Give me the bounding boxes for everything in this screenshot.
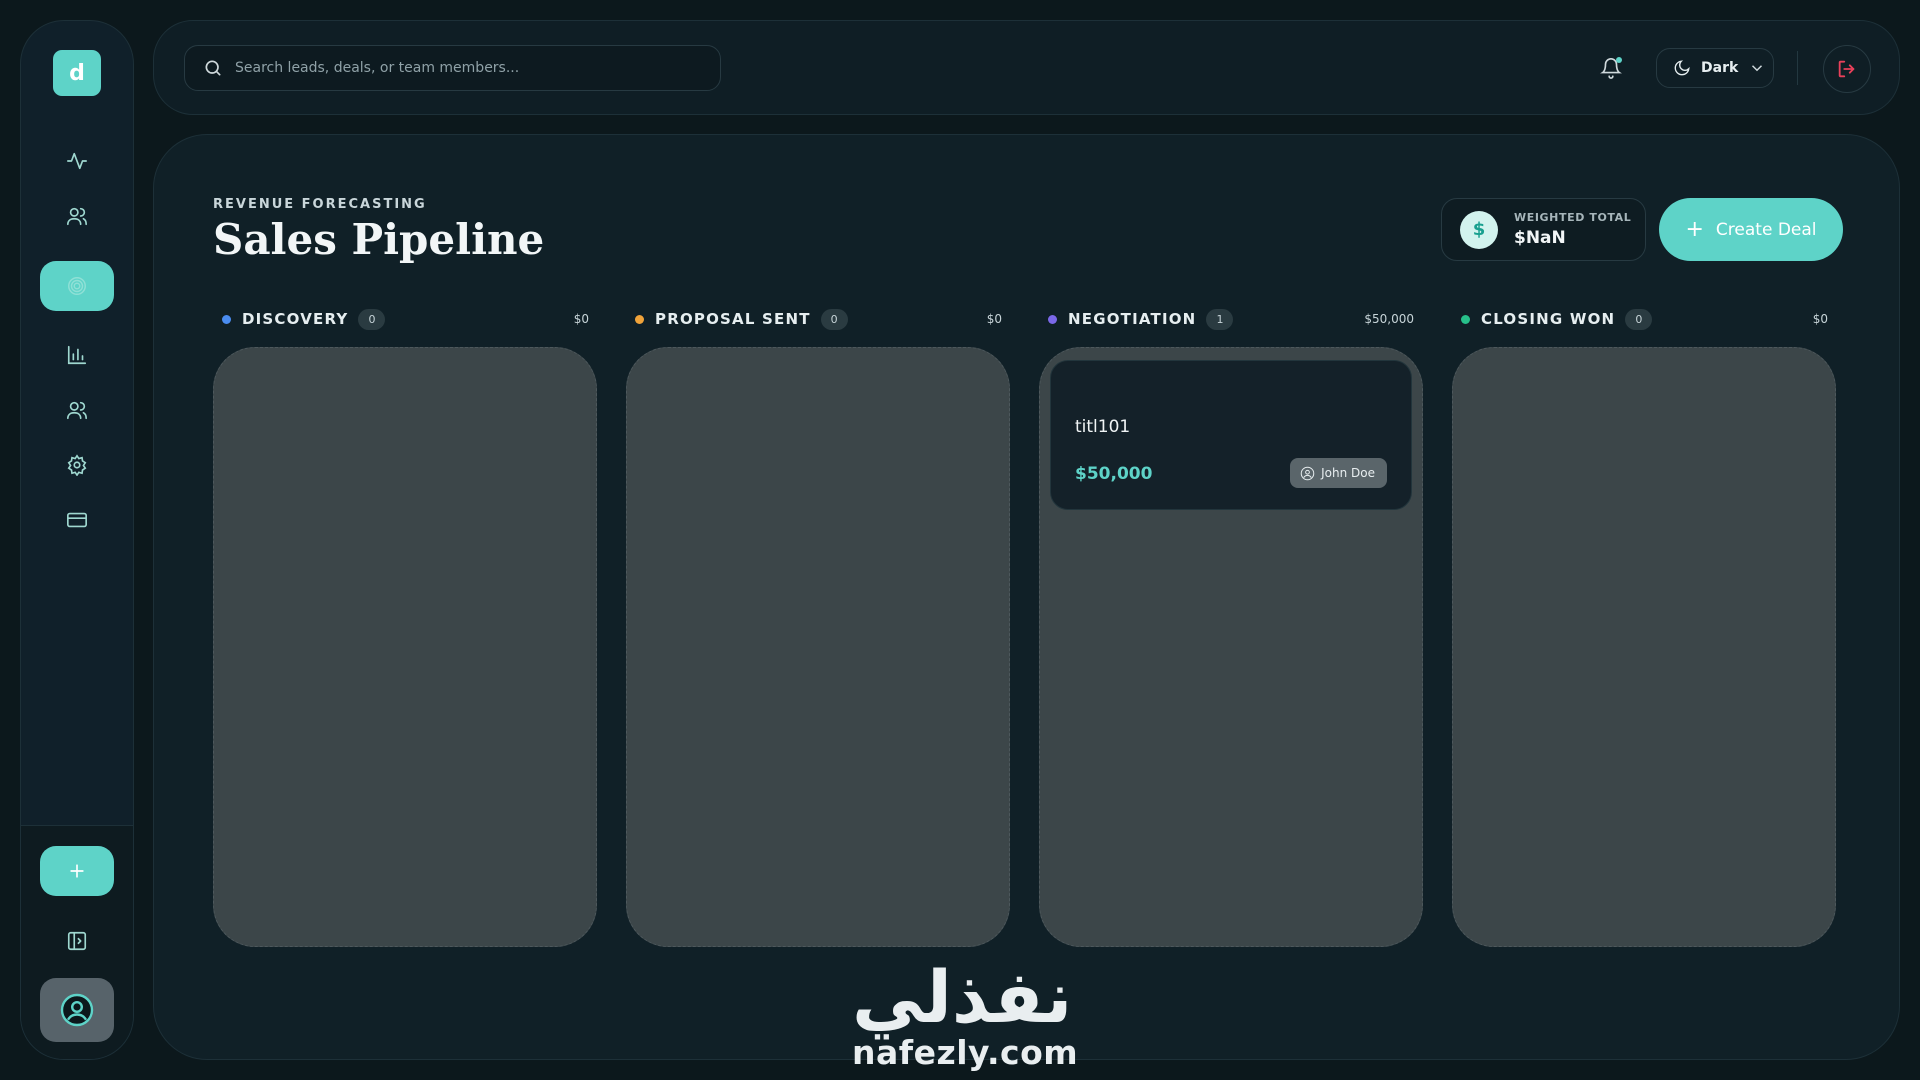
column-total: $50,000 xyxy=(1364,312,1414,326)
topbar-divider xyxy=(1797,51,1798,85)
notification-dot xyxy=(1616,57,1622,63)
column-header-negotiation: NEGOTIATION 1 $50,000 xyxy=(1048,305,1414,333)
column-title: NEGOTIATION xyxy=(1068,310,1197,328)
watermark-arabic: نفذلي xyxy=(852,955,1073,1039)
column-count-badge: 0 xyxy=(358,308,386,330)
column-header-discovery: DISCOVERY 0 $0 xyxy=(222,305,589,333)
deal-owner-chip[interactable]: John Doe xyxy=(1290,458,1387,488)
users-icon xyxy=(67,207,87,226)
app-logo[interactable]: d xyxy=(53,50,101,96)
column-title: PROPOSAL SENT xyxy=(655,310,811,328)
theme-toggle[interactable]: Dark xyxy=(1656,48,1774,88)
lane-proposal-sent[interactable] xyxy=(626,347,1010,947)
plus-icon xyxy=(70,864,84,878)
column-count-badge: 0 xyxy=(1625,308,1653,330)
team-icon xyxy=(67,401,87,420)
app: d Search leads, deals, or team members..… xyxy=(0,0,1920,1080)
gear-icon xyxy=(67,454,87,476)
user-avatar-button[interactable] xyxy=(40,978,114,1042)
nav-activity[interactable] xyxy=(40,136,114,186)
column-count-badge: 0 xyxy=(820,308,848,330)
nav-users[interactable] xyxy=(40,191,114,241)
column-count-badge: 1 xyxy=(1206,308,1234,330)
weighted-total-value: $NaN xyxy=(1514,228,1566,248)
user-circle-icon xyxy=(1300,466,1315,480)
nav-billing[interactable] xyxy=(40,495,114,545)
lane-discovery[interactable] xyxy=(213,347,597,947)
user-circle-icon xyxy=(60,993,94,1027)
bar-chart-icon xyxy=(67,345,87,365)
lane-negotiation[interactable]: titl101 $50,000 John Doe xyxy=(1039,347,1423,947)
watermark: نفذلي nafezly.com xyxy=(852,955,1079,1072)
sidebar: d xyxy=(20,20,134,1060)
notifications-button[interactable] xyxy=(1594,51,1628,85)
weighted-total-card: $ WEIGHTED TOTAL $NaN xyxy=(1441,198,1646,261)
lane-closing-won[interactable] xyxy=(1452,347,1836,947)
column-total: $0 xyxy=(573,312,589,326)
search-box[interactable] xyxy=(184,45,721,91)
stage-dot xyxy=(222,314,231,324)
plus-icon: + xyxy=(1685,216,1704,242)
watermark-latin: nafezly.com xyxy=(852,1033,1079,1072)
topbar: Dark xyxy=(153,20,1900,115)
logout-button[interactable] xyxy=(1823,45,1871,93)
panel-toggle-icon xyxy=(67,931,87,951)
logout-icon xyxy=(1838,60,1855,78)
quick-add-button[interactable] xyxy=(40,846,114,896)
deal-amount: $50,000 xyxy=(1075,464,1153,484)
nav-analytics[interactable] xyxy=(40,330,114,380)
column-header-proposal-sent: PROPOSAL SENT 0 $0 xyxy=(635,305,1002,333)
page-eyebrow: REVENUE FORECASTING xyxy=(213,197,427,212)
search-icon xyxy=(205,60,221,76)
column-total: $0 xyxy=(986,312,1002,326)
deal-owner-name: John Doe xyxy=(1321,466,1375,480)
pipeline-icon xyxy=(68,277,86,295)
create-deal-button[interactable]: + Create Deal xyxy=(1659,198,1843,261)
stage-dot xyxy=(1048,314,1057,324)
column-total: $0 xyxy=(1812,312,1828,326)
activity-icon xyxy=(67,152,87,170)
credit-card-icon xyxy=(67,512,87,528)
stage-dot xyxy=(635,314,644,324)
deal-title: titl101 xyxy=(1075,417,1131,437)
chevron-down-icon xyxy=(1752,65,1763,72)
column-title: CLOSING WON xyxy=(1481,310,1616,328)
page-title: Sales Pipeline xyxy=(213,215,545,264)
nav-pipeline[interactable] xyxy=(40,261,114,311)
nav-team[interactable] xyxy=(40,385,114,435)
deal-card[interactable]: titl101 $50,000 John Doe xyxy=(1050,360,1412,510)
column-header-closing-won: CLOSING WON 0 $0 xyxy=(1461,305,1828,333)
moon-icon xyxy=(1674,60,1690,76)
sidebar-footer xyxy=(21,825,133,1059)
theme-label: Dark xyxy=(1701,60,1739,76)
weighted-total-label: WEIGHTED TOTAL xyxy=(1514,211,1632,224)
dollar-icon: $ xyxy=(1460,210,1498,249)
nav-settings[interactable] xyxy=(40,440,114,490)
pipeline-panel: REVENUE FORECASTING Sales Pipeline $ WEI… xyxy=(153,134,1900,1060)
stage-dot xyxy=(1461,314,1470,324)
column-title: DISCOVERY xyxy=(242,310,349,328)
search-input[interactable] xyxy=(235,60,715,76)
create-deal-label: Create Deal xyxy=(1715,219,1817,240)
collapse-sidebar-button[interactable] xyxy=(40,916,114,966)
